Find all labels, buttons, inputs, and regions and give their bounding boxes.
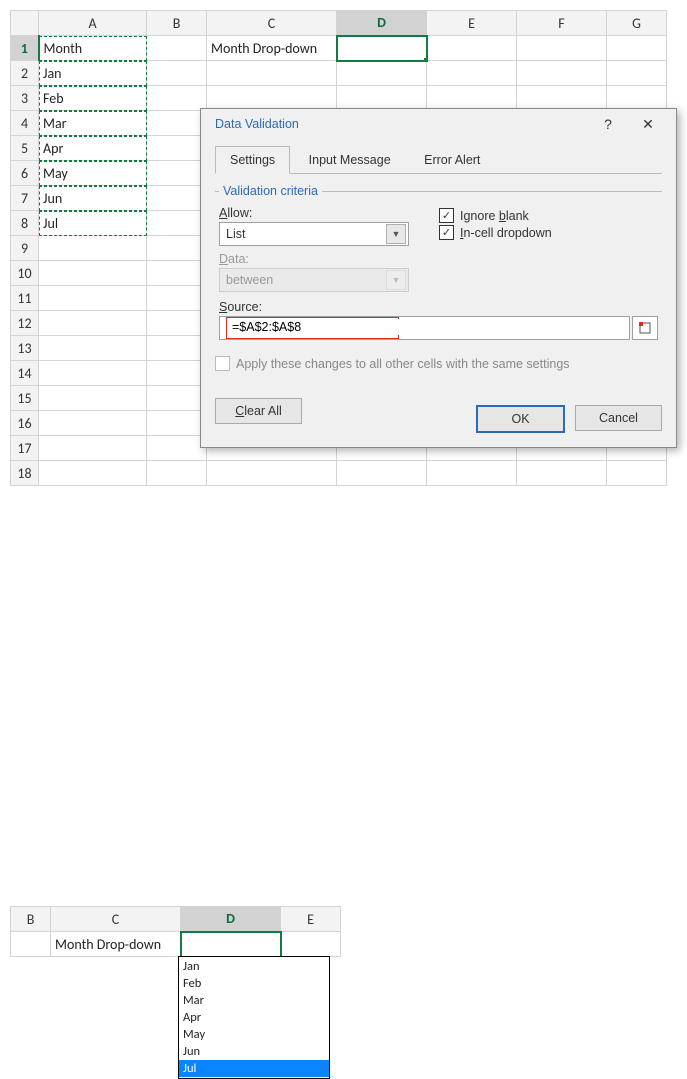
apply-changes-label: Apply these changes to all other cells w… [236,357,570,371]
cell-D-dropdown[interactable]: ▼ [181,932,281,957]
dropdown-item[interactable]: Jan [179,958,329,975]
row-header-18[interactable]: 18 [11,461,39,486]
select-all-corner[interactable] [11,11,39,36]
incell-dropdown-checkbox[interactable]: ✓ In-cell dropdown [439,225,552,240]
cell-F1[interactable] [517,36,607,61]
cell-E[interactable] [281,932,341,957]
col-header-E[interactable]: E [427,11,517,36]
allow-combobox[interactable]: List ▼ [219,222,409,246]
source-input[interactable] [230,319,399,335]
cell-A1[interactable]: Month [39,36,147,61]
spreadsheet-result[interactable]: B C D E Month Drop-down ▼ [10,906,341,957]
data-value: between [226,273,273,287]
row-header-14[interactable]: 14 [11,361,39,386]
row-header-1[interactable]: 1 [11,36,39,61]
cell-C[interactable]: Month Drop-down [51,932,181,957]
col-header-B[interactable]: B [11,907,51,932]
col-header-C[interactable]: C [51,907,181,932]
row-header-9[interactable]: 9 [11,236,39,261]
check-icon: ✓ [439,208,454,223]
col-header-B[interactable]: B [147,11,207,36]
col-header-F[interactable]: F [517,11,607,36]
check-icon: ✓ [439,225,454,240]
cell-A7[interactable]: Jun [39,186,147,211]
col-header-C[interactable]: C [207,11,337,36]
cell-A3[interactable]: Feb [39,86,147,111]
chevron-down-icon: ▼ [386,270,406,290]
dialog-title-text: Data Validation [215,117,299,131]
cell-A5[interactable]: Apr [39,136,147,161]
cell-C1[interactable]: Month Drop-down [207,36,337,61]
incell-dropdown-label: In-cell dropdown [460,226,552,240]
ok-button[interactable]: OK [476,405,565,433]
allow-label: Allow: [219,206,419,220]
cell-B[interactable] [11,932,51,957]
ignore-blank-label: Ignore blank [460,209,529,223]
row-header-16[interactable]: 16 [11,411,39,436]
row-header-12[interactable]: 12 [11,311,39,336]
clear-all-button[interactable]: Clear All [215,398,302,424]
dropdown-item[interactable]: Jun [179,1043,329,1060]
row-header-2[interactable]: 2 [11,61,39,86]
ignore-blank-checkbox[interactable]: ✓ Ignore blank [439,208,552,223]
cell-B1[interactable] [147,36,207,61]
row-header-3[interactable]: 3 [11,86,39,111]
col-header-A[interactable]: A [39,11,147,36]
row-header-6[interactable]: 6 [11,161,39,186]
apply-changes-checkbox: ✓ Apply these changes to all other cells… [215,356,662,371]
col-header-D[interactable]: D [337,11,427,36]
row-header-4[interactable]: 4 [11,111,39,136]
validation-criteria-legend: Validation criteria [219,184,322,198]
row-header-8[interactable]: 8 [11,211,39,236]
cell-E1[interactable] [427,36,517,61]
check-icon: ✓ [215,356,230,371]
row-header-11[interactable]: 11 [11,286,39,311]
data-label: Data: [219,252,658,266]
cell-A4[interactable]: Mar [39,111,147,136]
cell-G1[interactable] [607,36,667,61]
cell-A8[interactable]: Jul [39,211,147,236]
close-button[interactable]: ✕ [628,116,668,133]
col-header-G[interactable]: G [607,11,667,36]
cell-D1[interactable] [337,36,427,61]
tab-error-alert[interactable]: Error Alert [409,146,495,174]
allow-value: List [226,227,245,241]
tab-input-message[interactable]: Input Message [294,146,406,174]
dropdown-item[interactable]: Feb [179,975,329,992]
cell-A2[interactable]: Jan [39,61,147,86]
row-header-7[interactable]: 7 [11,186,39,211]
cell-A6[interactable]: May [39,161,147,186]
row-header-17[interactable]: 17 [11,436,39,461]
range-selector-button[interactable] [632,316,658,340]
col-header-E[interactable]: E [281,907,341,932]
range-icon [638,321,652,335]
tab-settings[interactable]: Settings [215,146,290,174]
dropdown-item[interactable]: Apr [179,1009,329,1026]
cancel-button[interactable]: Cancel [575,405,662,431]
dropdown-item[interactable]: Mar [179,992,329,1009]
row-header-13[interactable]: 13 [11,336,39,361]
help-button[interactable]: ? [588,116,628,132]
data-combobox: between ▼ [219,268,409,292]
validation-criteria-group: Validation criteria Allow: List ▼ ✓ Igno… [215,184,662,344]
row-header-10[interactable]: 10 [11,261,39,286]
dropdown-item-selected[interactable]: Jul [179,1060,329,1077]
chevron-down-icon: ▼ [386,224,406,244]
dialog-tabs: Settings Input Message Error Alert [215,145,662,174]
dialog-titlebar[interactable]: Data Validation ? ✕ [201,109,676,139]
dropdown-item[interactable]: May [179,1026,329,1043]
source-label: Source: [219,300,658,314]
row-header-5[interactable]: 5 [11,136,39,161]
col-header-D[interactable]: D [181,907,281,932]
row-header-15[interactable]: 15 [11,386,39,411]
source-input-wrapper [219,316,630,340]
data-validation-dialog: Data Validation ? ✕ Settings Input Messa… [200,108,677,448]
dropdown-list[interactable]: Jan Feb Mar Apr May Jun Jul [178,956,330,1079]
